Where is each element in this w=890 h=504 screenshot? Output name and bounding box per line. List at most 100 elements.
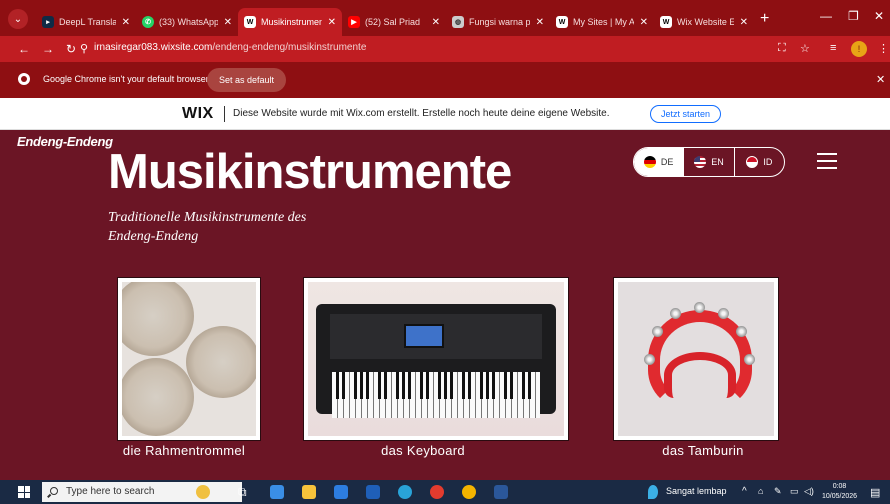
calendar-icon[interactable]: [366, 485, 380, 499]
jetzt-starten-button[interactable]: Jetzt starten: [650, 105, 722, 123]
gallery-item-rahmentrommel[interactable]: [118, 278, 260, 440]
tab-youtube[interactable]: ▶ (52) Sal Priad ✕: [342, 10, 446, 34]
wix-icon: W: [660, 16, 672, 28]
taskbar-search-input[interactable]: Type here to search: [42, 482, 242, 502]
subtitle-line: Traditionelle Musikinstrumente des: [108, 210, 307, 225]
translate-icon[interactable]: ⛶: [778, 42, 786, 55]
chrome-icon[interactable]: [430, 485, 444, 499]
tab-title: (52) Sal Priad: [365, 17, 421, 27]
gallery-item-tamburin[interactable]: [614, 278, 778, 440]
tab-whatsapp[interactable]: ✆ (33) WhatsApp ✕: [136, 10, 238, 34]
tab-close-icon[interactable]: ✕: [432, 17, 440, 28]
minimize-icon[interactable]: —: [820, 9, 832, 23]
volume-icon[interactable]: ◁): [804, 486, 814, 497]
set-default-button[interactable]: Set as default: [207, 68, 287, 92]
wix-divider: [224, 106, 225, 122]
site-logo[interactable]: Endeng-Endeng: [17, 134, 113, 149]
reading-list-icon[interactable]: ≡: [830, 42, 836, 54]
pen-icon[interactable]: ✎: [774, 486, 782, 497]
chrome-icon: [18, 73, 30, 85]
widgets-icon[interactable]: [270, 485, 284, 499]
tab-fungsi-warna[interactable]: ◍ Fungsi warna p ✕: [446, 10, 550, 34]
url-field[interactable]: irnasiregar083.wixsite.com/endeng-endeng…: [94, 42, 366, 53]
black-key: [366, 372, 369, 399]
drum-shape: [186, 326, 256, 398]
infobar-message: Google Chrome isn't your default browser: [43, 74, 209, 84]
menu-kebab-icon[interactable]: ⋮: [878, 42, 889, 55]
flag-id-icon: [746, 156, 759, 168]
weather-icon[interactable]: [648, 485, 658, 499]
language-id[interactable]: ID: [733, 148, 784, 176]
keyboard-body: [316, 304, 556, 418]
address-bar: ← → ↻ ⚲ irnasiregar083.wixsite.com/enden…: [0, 36, 890, 62]
flag-de-icon: [643, 156, 656, 168]
gallery-caption: das Tamburin: [662, 443, 744, 458]
hamburger-menu-icon[interactable]: [817, 153, 837, 174]
new-tab-button[interactable]: +: [760, 10, 769, 28]
url-path: /endeng-endeng/musikinstrumente: [212, 42, 367, 53]
infobar-close-icon[interactable]: ✕: [876, 73, 885, 86]
flag-en-icon: [694, 156, 707, 168]
taskbar-clock[interactable]: 0:08 10/05/2026: [822, 482, 857, 502]
tab-close-icon[interactable]: ✕: [536, 17, 544, 28]
tab-close-icon[interactable]: ✕: [640, 17, 648, 28]
battery-icon[interactable]: ▭: [790, 486, 799, 497]
black-key: [504, 372, 507, 399]
forward-icon[interactable]: →: [42, 42, 54, 56]
copilot-icon[interactable]: [196, 485, 210, 499]
rahmentrommel-photo: [122, 282, 256, 436]
jingle-shape: [736, 326, 747, 337]
notification-icon[interactable]: ▤: [870, 486, 880, 499]
profile-avatar[interactable]: !: [851, 41, 867, 57]
black-key: [444, 372, 447, 399]
network-icon[interactable]: ⌂: [758, 486, 763, 496]
gallery-item-keyboard[interactable]: [304, 278, 568, 440]
wix-logo[interactable]: WIX: [182, 105, 214, 123]
file-explorer-icon[interactable]: [302, 485, 316, 499]
url-host: irnasiregar083.wixsite.com: [94, 42, 213, 53]
tab-wix-editor[interactable]: W Wix Website Ed ✕: [654, 10, 754, 34]
jingle-shape: [744, 354, 755, 365]
store-icon[interactable]: [334, 485, 348, 499]
restore-icon[interactable]: ❐: [848, 9, 859, 23]
black-key: [522, 372, 525, 399]
page-title: Musikinstrumente: [108, 145, 512, 199]
wix-banner: WIX Diese Website wurde mit Wix.com erst…: [0, 98, 890, 130]
word-icon[interactable]: [494, 485, 508, 499]
default-browser-infobar: Google Chrome isn't your default browser…: [0, 62, 890, 98]
black-key: [426, 372, 429, 399]
black-key: [354, 372, 357, 399]
site-info-icon[interactable]: ⚲: [80, 42, 88, 55]
tab-musikinstrumente[interactable]: W Musikinstrumente ✕: [238, 8, 342, 36]
tamburin-photo: [618, 282, 774, 436]
tab-close-icon[interactable]: ✕: [740, 17, 748, 28]
language-code: EN: [711, 157, 724, 167]
bookmark-star-icon[interactable]: ☆: [800, 42, 810, 55]
tab-close-icon[interactable]: ✕: [328, 17, 336, 28]
language-de[interactable]: DE: [634, 148, 684, 176]
tray-chevron-icon[interactable]: ^: [742, 486, 747, 497]
windows-taskbar: Type here to search ⧉ Sangat lembap ^ ⌂ …: [0, 480, 890, 504]
black-key: [450, 372, 453, 399]
tab-deepl[interactable]: ▸ DeepL Translate ✕: [36, 10, 136, 34]
wix-icon: W: [244, 16, 256, 28]
close-window-icon[interactable]: ✕: [874, 9, 884, 23]
youtube-icon: ▶: [348, 16, 360, 28]
tab-list: ▸ DeepL Translate ✕ ✆ (33) WhatsApp ✕ W …: [36, 8, 754, 36]
keyboard-photo: [308, 282, 564, 436]
reload-icon[interactable]: ↻: [66, 42, 76, 56]
tab-search-icon[interactable]: ⌄: [8, 9, 28, 29]
language-en[interactable]: EN: [683, 148, 733, 176]
windows-start-icon[interactable]: [18, 486, 30, 498]
back-icon[interactable]: ←: [18, 42, 30, 56]
tab-close-icon[interactable]: ✕: [122, 17, 130, 28]
edge-icon[interactable]: [398, 485, 412, 499]
language-code: DE: [660, 157, 674, 167]
gallery-caption: die Rahmentrommel: [122, 443, 246, 458]
tab-my-sites[interactable]: W My Sites | My A ✕: [550, 10, 654, 34]
task-view-icon[interactable]: ⧉: [238, 485, 252, 499]
tab-title: Musikinstrumente: [261, 17, 322, 27]
chrome-icon[interactable]: [462, 485, 476, 499]
weather-text[interactable]: Sangat lembap: [666, 486, 727, 496]
tab-close-icon[interactable]: ✕: [224, 17, 232, 28]
